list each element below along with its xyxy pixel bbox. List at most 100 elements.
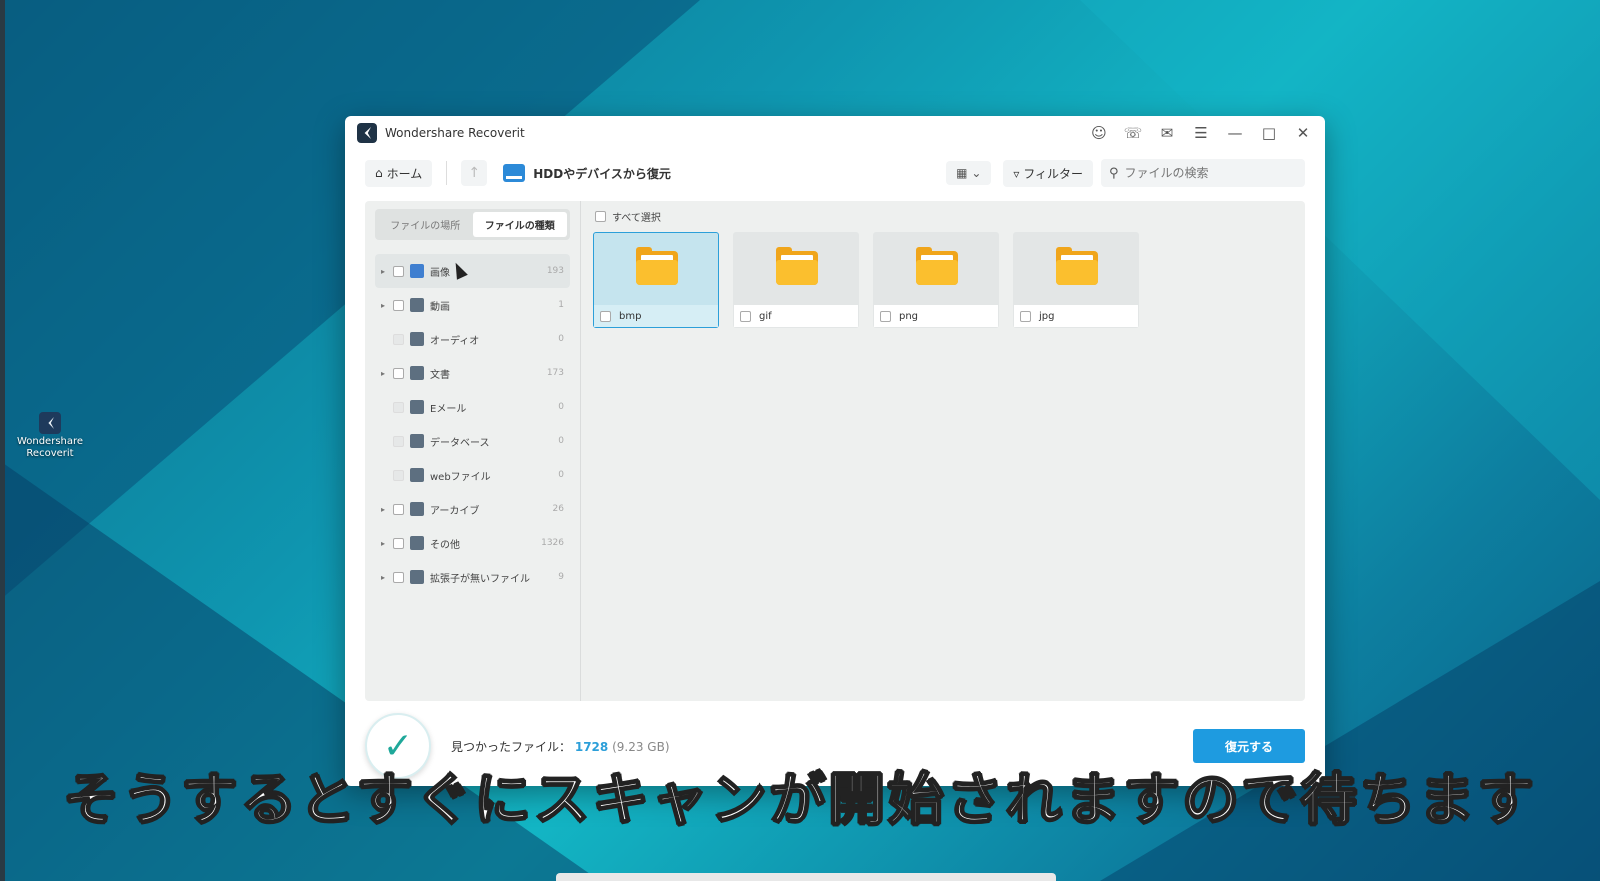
- home-button[interactable]: ⌂ ホーム: [365, 159, 433, 187]
- folder-checkbox[interactable]: [880, 310, 891, 322]
- category-checkbox[interactable]: [393, 299, 404, 311]
- no-extension-icon: [410, 570, 424, 584]
- category-label: 動画: [430, 301, 450, 313]
- category-checkbox[interactable]: [393, 265, 404, 277]
- category-count: 173: [546, 368, 564, 378]
- desktop-shortcut-label: Wondershare Recoverit: [16, 436, 84, 459]
- close-icon[interactable]: ✕: [1293, 124, 1313, 142]
- category-label: オーディオ: [430, 335, 480, 347]
- select-all-checkbox[interactable]: [595, 211, 606, 222]
- category-count: 0: [558, 436, 564, 446]
- expand-caret-icon[interactable]: ▸: [377, 539, 389, 548]
- category-label: webファイル: [430, 471, 491, 483]
- category-item-image[interactable]: ▸ 画像 193: [375, 254, 570, 288]
- mail-icon[interactable]: ✉: [1157, 124, 1177, 142]
- category-item-audio[interactable]: オーディオ 0: [375, 322, 570, 356]
- filter-icon: ▿: [1013, 166, 1020, 181]
- folder-checkbox[interactable]: [600, 310, 611, 322]
- desktop-shortcut-recoverit[interactable]: Wondershare Recoverit: [14, 412, 86, 460]
- video-icon: [410, 298, 424, 312]
- folder-name: bmp: [619, 310, 642, 322]
- category-item-database[interactable]: データベース 0: [375, 424, 570, 458]
- folder-icon: [916, 247, 958, 285]
- minimize-icon[interactable]: —: [1225, 124, 1245, 142]
- category-checkbox: [393, 401, 404, 413]
- archive-icon: [410, 502, 424, 516]
- account-icon[interactable]: ☺: [1089, 124, 1109, 142]
- category-label: Eメール: [430, 403, 467, 415]
- category-item-document[interactable]: ▸ 文書 173: [375, 356, 570, 390]
- category-item-other[interactable]: ▸ その他 1326: [375, 526, 570, 560]
- folder-tile[interactable]: jpg: [1013, 232, 1139, 328]
- source-location: HDDやデバイスから復元: [503, 164, 946, 182]
- tab-file-location[interactable]: ファイルの場所: [378, 212, 473, 237]
- expand-caret-icon[interactable]: ▸: [377, 573, 389, 582]
- category-checkbox[interactable]: [393, 571, 404, 583]
- email-icon: [410, 400, 424, 414]
- select-all-label: すべて選択: [612, 213, 661, 224]
- category-label: 拡張子が無いファイル: [430, 573, 530, 585]
- expand-caret-icon[interactable]: ▸: [377, 267, 389, 276]
- category-checkbox: [393, 333, 404, 345]
- category-count: 9: [558, 572, 564, 582]
- folder-icon: [776, 247, 818, 285]
- category-label: 画像: [430, 267, 450, 279]
- category-item-video[interactable]: ▸ 動画 1: [375, 288, 570, 322]
- filter-button[interactable]: ▿ フィルター: [1003, 159, 1093, 187]
- category-item-archive[interactable]: ▸ アーカイブ 26: [375, 492, 570, 526]
- category-item-web-file[interactable]: webファイル 0: [375, 458, 570, 492]
- category-checkbox[interactable]: [393, 537, 404, 549]
- category-label: アーカイブ: [430, 505, 480, 517]
- category-label: データベース: [430, 437, 490, 449]
- search-input[interactable]: [1124, 166, 1285, 180]
- folder-tile[interactable]: bmp: [593, 232, 719, 328]
- category-checkbox: [393, 435, 404, 447]
- category-count: 0: [558, 470, 564, 480]
- category-count: 26: [552, 504, 564, 514]
- video-subtitle: そうするとすぐにスキャンが開始されますので待ちます: [62, 767, 1537, 834]
- folder-checkbox[interactable]: [740, 310, 751, 322]
- video-progress-bar: [556, 873, 1056, 881]
- expand-caret-icon[interactable]: ▸: [377, 369, 389, 378]
- results-panel: ファイルの場所 ファイルの種類 ▸ 画像 193 ▸ 動画 1 オーディオ 0 …: [365, 201, 1305, 701]
- menu-list-icon[interactable]: ☰: [1191, 124, 1211, 142]
- filter-label: フィルター: [1023, 166, 1083, 181]
- folder-checkbox[interactable]: [1020, 310, 1031, 322]
- category-checkbox[interactable]: [393, 503, 404, 515]
- support-headset-icon[interactable]: ☏: [1123, 124, 1143, 142]
- found-size: (9.23 GB): [612, 739, 670, 754]
- database-icon: [410, 434, 424, 448]
- audio-icon: [410, 332, 424, 346]
- app-window: Wondershare Recoverit ☺ ☏ ✉ ☰ — □ ✕ ⌂ ホー…: [345, 116, 1325, 786]
- category-checkbox[interactable]: [393, 367, 404, 379]
- toolbar-divider: [446, 161, 448, 185]
- tab-file-type[interactable]: ファイルの種類: [472, 212, 567, 237]
- category-item-no-extension[interactable]: ▸ 拡張子が無いファイル 9: [375, 560, 570, 594]
- folder-tile[interactable]: gif: [733, 232, 859, 328]
- source-label: HDDやデバイスから復元: [533, 166, 671, 181]
- file-grid-area: すべて選択 bmp gif png jpg: [581, 201, 1305, 701]
- search-icon: ⚲: [1109, 165, 1119, 181]
- toolbar: ⌂ ホーム ↑ HDDやデバイスから復元 ▦ ⌄ ▿ フィルター ⚲: [345, 150, 1325, 196]
- recoverit-logo-icon: [357, 123, 377, 143]
- folder-name: png: [899, 310, 919, 322]
- category-count: 1326: [541, 538, 564, 548]
- category-item-email[interactable]: Eメール 0: [375, 390, 570, 424]
- view-mode-tabs: ファイルの場所 ファイルの種類: [375, 209, 570, 240]
- home-icon: ⌂: [375, 166, 383, 180]
- category-checkbox: [393, 469, 404, 481]
- folder-tile[interactable]: png: [873, 232, 999, 328]
- category-sidebar: ファイルの場所 ファイルの種類 ▸ 画像 193 ▸ 動画 1 オーディオ 0 …: [365, 201, 581, 701]
- recoverit-app-icon: [39, 412, 61, 434]
- folder-icon: [636, 247, 678, 285]
- expand-caret-icon[interactable]: ▸: [377, 301, 389, 310]
- other-icon: [410, 536, 424, 550]
- found-label: 見つかったファイル：: [451, 739, 572, 754]
- title-bar: Wondershare Recoverit ☺ ☏ ✉ ☰ — □ ✕: [345, 116, 1325, 150]
- select-all[interactable]: すべて選択: [593, 209, 1293, 224]
- chevron-down-icon: ⌄: [971, 166, 982, 180]
- view-toggle-button[interactable]: ▦ ⌄: [946, 161, 992, 185]
- expand-caret-icon[interactable]: ▸: [377, 505, 389, 514]
- maximize-icon[interactable]: □: [1259, 124, 1279, 142]
- up-arrow-icon[interactable]: ↑: [461, 160, 488, 186]
